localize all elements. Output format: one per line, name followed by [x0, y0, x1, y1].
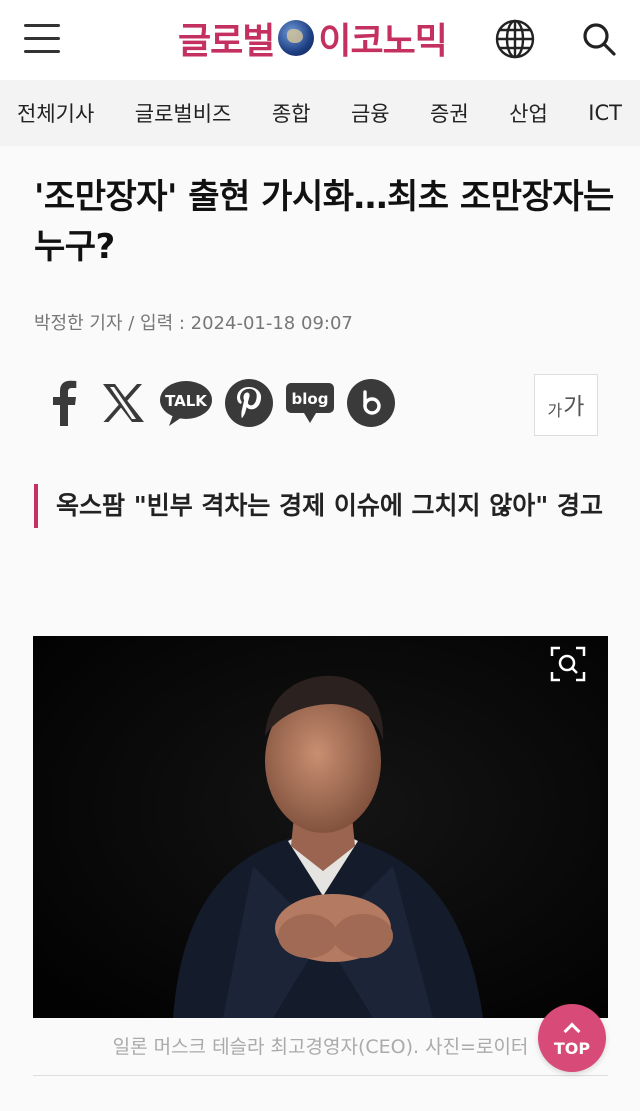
- x-icon: [103, 384, 144, 422]
- logo-text-right: 이코노믹: [318, 21, 447, 62]
- nav-item-all-articles[interactable]: 전체기사: [17, 98, 94, 128]
- font-size-big-label: 가: [563, 394, 585, 420]
- nav-item-ict[interactable]: ICT: [588, 101, 622, 125]
- article-photo: [33, 636, 608, 1018]
- nav-item-general[interactable]: 종합: [272, 98, 311, 128]
- nav-item-finance[interactable]: 금융: [351, 98, 390, 128]
- share-bar: TALK blog: [40, 374, 406, 432]
- globe-icon[interactable]: [494, 18, 536, 60]
- logo-text-left: 글로벌: [178, 21, 275, 62]
- band-icon: [363, 390, 381, 415]
- article-headline: '조만장자' 출현 가시화…최초 조만장자는 누구?: [34, 177, 614, 267]
- x-share-button[interactable]: [99, 379, 147, 427]
- category-nav: 전체기사 글로벌비즈 종합 금융 증권 산업 ICT: [0, 80, 640, 146]
- blog-label: blog: [292, 390, 329, 408]
- arrow-up-icon: [563, 1022, 581, 1039]
- nav-item-global-biz[interactable]: 글로벌비즈: [135, 98, 232, 128]
- pinterest-icon: [237, 387, 262, 419]
- facebook-icon: [53, 380, 77, 426]
- menu-icon[interactable]: [24, 24, 60, 54]
- scroll-top-label: TOP: [553, 1038, 591, 1058]
- blog-icon: blog: [286, 383, 334, 423]
- search-icon[interactable]: [580, 20, 618, 58]
- zoom-icon[interactable]: [550, 646, 586, 682]
- article-subheading: 옥스팜 "빈부 격차는 경제 이슈에 그치지 않아" 경고: [34, 484, 614, 528]
- scroll-top-button[interactable]: TOP: [538, 1004, 606, 1072]
- logo-globe-icon: [278, 20, 315, 56]
- font-size-small-label: 가: [547, 401, 563, 420]
- facebook-share-button[interactable]: [40, 379, 88, 427]
- article-photo-image: [33, 636, 608, 1018]
- article-byline: 박정한 기자 / 입력 : 2024-01-18 09:07: [34, 313, 353, 334]
- kakaotalk-label: TALK: [165, 392, 208, 410]
- site-logo[interactable]: 글로벌 이코노믹: [178, 14, 448, 62]
- band-share-button[interactable]: [347, 379, 395, 427]
- font-size-button[interactable]: 가 가: [534, 374, 598, 436]
- site-header: 글로벌 이코노믹: [0, 0, 640, 80]
- photo-caption: 일론 머스크 테슬라 최고경영자(CEO). 사진=로이터: [33, 1020, 608, 1076]
- pinterest-share-button[interactable]: [225, 379, 273, 427]
- blog-share-button[interactable]: blog: [284, 379, 336, 427]
- kakaotalk-share-button[interactable]: TALK: [158, 379, 214, 427]
- nav-item-securities[interactable]: 증권: [430, 98, 469, 128]
- nav-item-industry[interactable]: 산업: [509, 98, 548, 128]
- kakaotalk-icon: TALK: [160, 381, 212, 426]
